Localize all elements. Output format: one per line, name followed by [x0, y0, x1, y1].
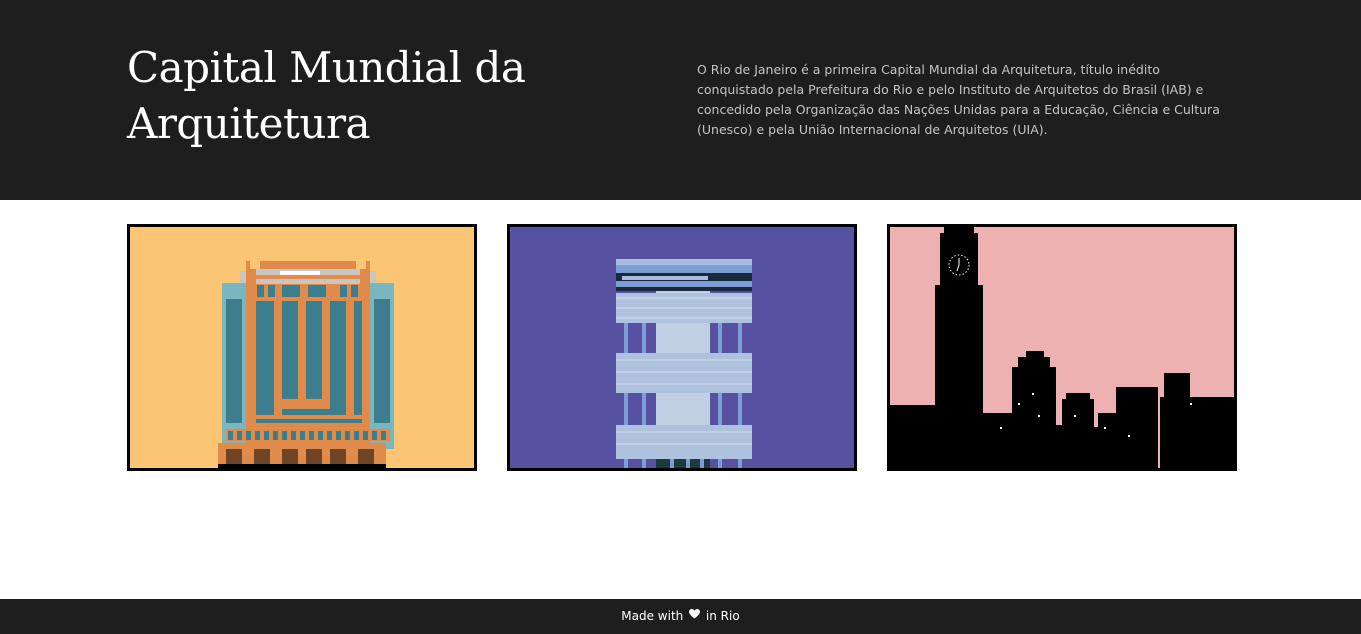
- building-gallery: [127, 224, 1237, 471]
- skyline-silhouette-illustration: [890, 227, 1234, 468]
- footer-prefix: Made with: [621, 609, 684, 623]
- page-header: Capital Mundial da Arquitetura O Rio de …: [0, 0, 1361, 200]
- pixel-building-illustration: [130, 227, 474, 468]
- page-title: Capital Mundial da Arquitetura: [127, 43, 526, 148]
- gallery-card-building-1[interactable]: [127, 224, 477, 471]
- gallery-card-building-2[interactable]: [507, 224, 857, 471]
- heart-icon: [689, 599, 701, 632]
- footer-suffix: in Rio: [705, 609, 740, 623]
- gallery-card-skyline[interactable]: [887, 224, 1237, 471]
- intro-paragraph: O Rio de Janeiro é a primeira Capital Mu…: [697, 62, 1220, 137]
- pixel-building-illustration: [510, 227, 854, 468]
- page-footer: Made with in Rio: [0, 599, 1361, 634]
